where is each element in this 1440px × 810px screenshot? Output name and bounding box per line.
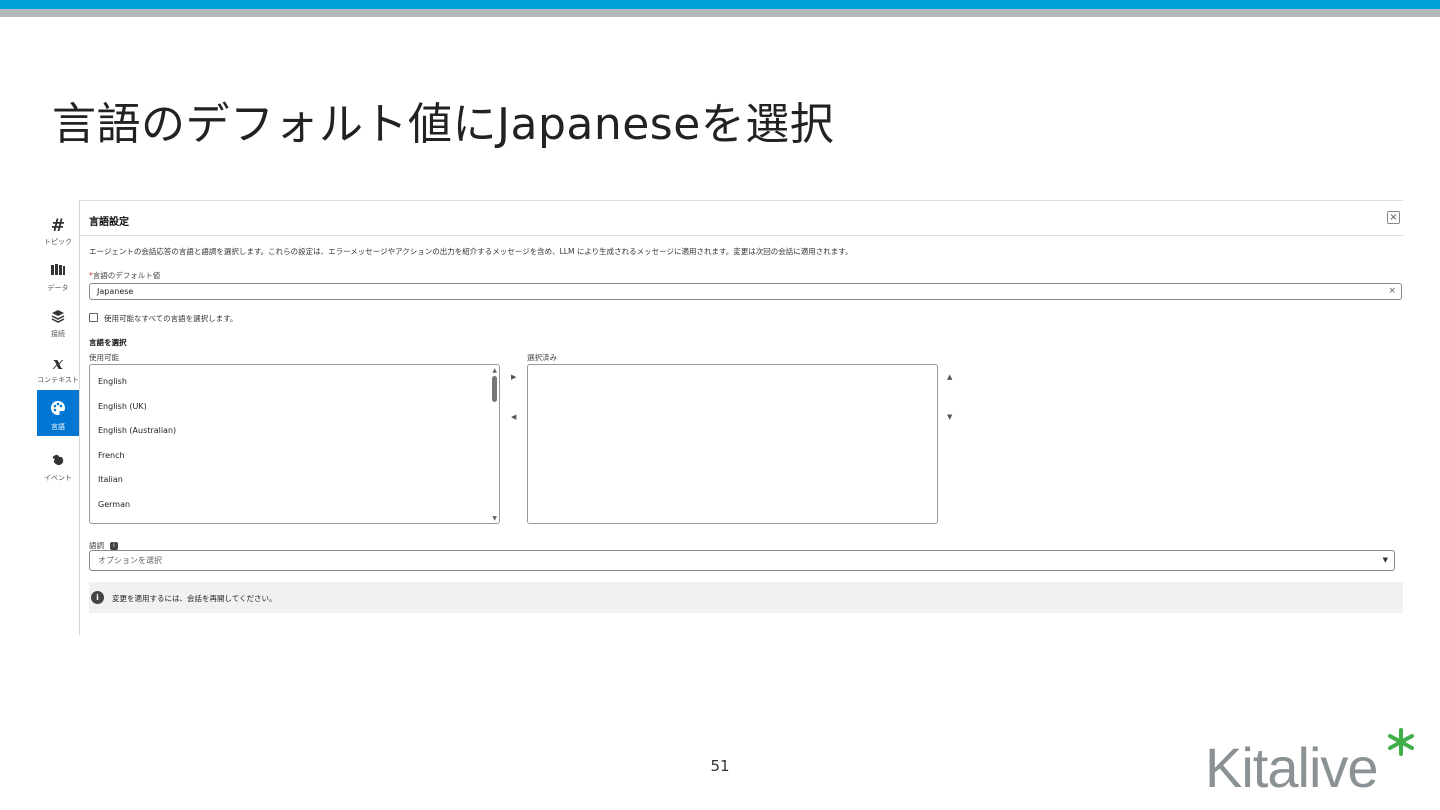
tone-label-text: 語調 — [89, 541, 104, 550]
clear-icon[interactable]: × — [1388, 284, 1396, 299]
event-icon — [37, 452, 79, 472]
close-button[interactable]: × — [1387, 211, 1400, 224]
sidebar-item-label: コンテキスト — [37, 376, 79, 384]
info-icon[interactable]: i — [110, 542, 118, 550]
select-all-label: 使用可能なすべての言語を選択します。 — [104, 314, 238, 323]
list-item[interactable]: English (UK) — [98, 402, 147, 411]
list-item[interactable]: German — [98, 500, 130, 509]
move-down-icon[interactable]: ▼ — [947, 413, 952, 421]
selected-label: 選択済み — [527, 353, 557, 362]
hash-icon: # — [50, 216, 66, 236]
selected-languages-list[interactable] — [527, 364, 938, 524]
default-language-field[interactable]: Japanese × — [89, 283, 1402, 300]
scroll-thumb[interactable] — [492, 376, 497, 402]
top-accent-bar — [0, 0, 1440, 9]
move-right-icon[interactable]: ▶ — [511, 373, 516, 381]
language-settings-panel: 言語設定 × エージェントの会話応答の言語と語調を選択します。これらの設定は、エ… — [80, 200, 1403, 636]
sidebar-item-event[interactable]: イベント — [37, 442, 79, 488]
scroll-up-icon[interactable]: ▲ — [492, 367, 497, 374]
sidebar-item-label: 接続 — [51, 330, 65, 338]
chevron-down-icon[interactable]: ▼ — [1383, 551, 1388, 570]
list-item[interactable]: English — [98, 377, 127, 386]
layers-icon — [37, 308, 79, 328]
slide-title: 言語のデフォルト値にJapaneseを選択 — [52, 99, 835, 150]
sidebar-item-topic[interactable]: # トピック — [37, 206, 79, 252]
notice-text: 変更を適用するには、会話を再開してください。 — [112, 594, 277, 603]
page-number: 51 — [710, 757, 730, 775]
available-label: 使用可能 — [89, 353, 119, 362]
panel-description: エージェントの会話応答の言語と語調を選択します。これらの設定は、エラーメッセージ… — [89, 247, 853, 256]
list-item[interactable]: Italian — [98, 475, 123, 484]
move-up-icon[interactable]: ▲ — [947, 373, 952, 381]
logo-text: Kitalive — [1205, 736, 1378, 797]
scroll-down-icon[interactable]: ▼ — [492, 515, 497, 522]
palette-icon — [37, 400, 79, 421]
library-icon — [37, 262, 79, 282]
panel-title: 言語設定 — [89, 217, 129, 228]
default-language-label-text: 言語のデフォルト値 — [92, 271, 161, 280]
sidebar-item-data[interactable]: データ — [37, 252, 79, 298]
select-all-checkbox[interactable] — [89, 313, 98, 322]
divider — [80, 235, 1403, 236]
app-screenshot: # トピック データ 接続 x コンテキスト 言語 イベント 言語設定 × エー… — [37, 200, 1403, 635]
sidebar-item-label: データ — [47, 284, 69, 292]
default-language-label: *言語のデフォルト値 — [89, 270, 160, 281]
sidebar-item-language[interactable]: 言語 — [37, 390, 79, 436]
top-gray-bar — [0, 9, 1440, 17]
default-language-value: Japanese — [97, 287, 134, 296]
move-left-icon[interactable]: ◀ — [511, 413, 516, 421]
tone-placeholder: オプションを選択 — [98, 556, 162, 565]
asterisk-icon — [1388, 728, 1414, 756]
available-languages-list[interactable]: English English (UK) English (Australian… — [89, 364, 500, 524]
sidebar-item-connection[interactable]: 接続 — [37, 298, 79, 344]
tone-select[interactable]: オプションを選択 ▼ — [89, 550, 1395, 571]
scrollbar[interactable]: ▲ ▼ — [490, 365, 499, 523]
sidebar: # トピック データ 接続 x コンテキスト 言語 イベント — [37, 200, 80, 635]
info-icon: i — [91, 591, 104, 604]
sidebar-item-label: トピック — [44, 238, 72, 246]
variable-icon: x — [52, 354, 64, 374]
sidebar-item-context[interactable]: x コンテキスト — [37, 344, 79, 390]
kitalive-logo: Kitalive — [1203, 727, 1418, 799]
sidebar-item-label: イベント — [44, 474, 72, 482]
select-languages-label: 言語を選択 — [89, 338, 127, 347]
list-item[interactable]: English (Australian) — [98, 426, 176, 435]
list-item[interactable]: French — [98, 451, 125, 460]
restart-notice: i 変更を適用するには、会話を再開してください。 — [89, 582, 1403, 613]
sidebar-item-label: 言語 — [51, 423, 65, 431]
